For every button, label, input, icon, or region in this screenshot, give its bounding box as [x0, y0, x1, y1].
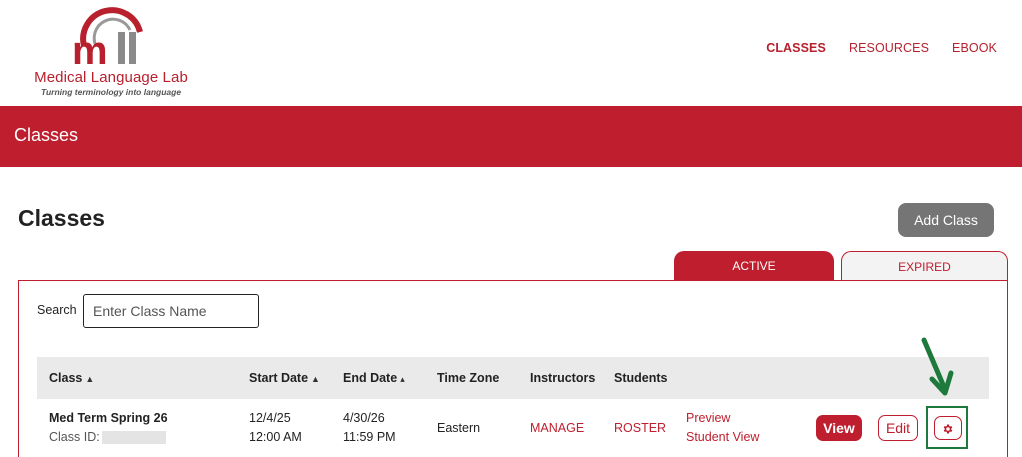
highlight-box: [926, 406, 968, 449]
main-nav: CLASSES RESOURCES EBOOK: [766, 41, 997, 55]
table-row: Med Term Spring 26 Class ID: 12/4/25 12:…: [37, 399, 989, 457]
nav-ebook[interactable]: EBOOK: [952, 41, 997, 55]
edit-button[interactable]: Edit: [878, 415, 918, 441]
time-zone: Eastern: [437, 421, 481, 435]
preview-student-view-link[interactable]: Preview Student View: [686, 409, 759, 447]
logo-mark-icon: m: [72, 7, 143, 68]
page-title: Classes: [18, 205, 105, 231]
arrow-down-icon: [921, 337, 954, 396]
classes-panel: Search Class▲︎ Start Date▲︎ End Date▴ Ti…: [18, 280, 1008, 457]
sort-up-icon[interactable]: ▴: [400, 374, 405, 384]
logo[interactable]: m Medical Language Lab Turning terminolo…: [26, 2, 196, 98]
class-cell: Med Term Spring 26 Class ID:: [49, 409, 168, 447]
logo-tagline: Turning terminology into language: [40, 87, 182, 97]
nav-classes[interactable]: CLASSES: [766, 41, 826, 55]
nav-resources[interactable]: RESOURCES: [849, 41, 929, 55]
class-id-redacted: [101, 431, 166, 445]
roster-link[interactable]: ROSTER: [614, 419, 666, 438]
preview-line1: Preview: [686, 411, 731, 425]
header-end-date-label: End Date: [343, 371, 398, 385]
class-name: Med Term Spring 26: [49, 411, 168, 425]
tab-active[interactable]: ACTIVE: [674, 251, 834, 281]
header-class-label: Class: [49, 371, 83, 385]
tab-expired[interactable]: EXPIRED: [841, 251, 1008, 281]
preview-line2: Student View: [686, 430, 760, 444]
start-date-cell: 12/4/25 12:00 AM: [249, 409, 302, 447]
header-start-date[interactable]: Start Date ▲︎: [249, 371, 320, 385]
start-time: 12:00 AM: [249, 430, 302, 444]
search-label: Search: [37, 303, 77, 317]
band-title: Classes: [14, 125, 79, 145]
end-date: 4/30/26: [343, 411, 385, 425]
header-instructors: Instructors: [530, 371, 596, 385]
end-time: 11:59 PM: [343, 430, 396, 444]
top-header: m Medical Language Lab Turning terminolo…: [0, 0, 1022, 106]
section-band: Classes: [0, 106, 1022, 167]
header-students: Students: [614, 371, 668, 385]
gear-icon: [943, 424, 953, 434]
logo-name: Medical Language Lab: [34, 69, 188, 86]
svg-text:m: m: [72, 29, 108, 68]
search-input[interactable]: [83, 294, 259, 328]
header-start-date-label: Start Date: [249, 371, 309, 385]
start-date: 12/4/25: [249, 411, 291, 425]
header-class[interactable]: Class ▲︎: [49, 371, 94, 385]
manage-instructors-link[interactable]: MANAGE: [530, 419, 584, 438]
table-header: Class ▲︎ Start Date ▲︎ End Date ▴ Time Zone…: [37, 357, 989, 399]
add-class-button[interactable]: Add Class: [898, 203, 994, 237]
view-button[interactable]: View: [816, 415, 862, 441]
sort-both-icon[interactable]: ▲︎: [311, 374, 320, 384]
end-date-cell: 4/30/26 11:59 PM: [343, 409, 396, 447]
class-id: Class ID:: [49, 428, 168, 447]
settings-button[interactable]: [934, 416, 962, 440]
header-time-zone: Time Zone: [437, 371, 500, 385]
header-end-date[interactable]: End Date ▴: [343, 371, 405, 385]
sort-both-icon[interactable]: ▲︎: [85, 374, 94, 384]
class-id-label: Class ID:: [49, 430, 100, 444]
